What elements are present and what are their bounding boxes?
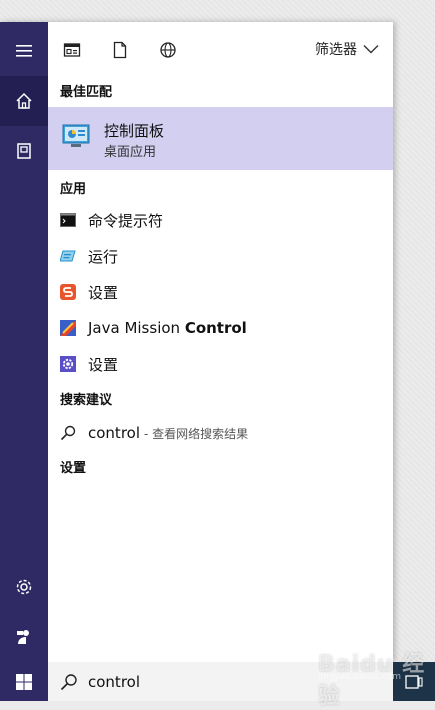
filter-dropdown[interactable]: 筛选器 [315,38,379,60]
search-box-icon [60,673,78,691]
cmd-icon [60,212,76,228]
home-icon [16,92,32,109]
hamburger-icon [16,45,32,57]
windows-logo-icon [16,673,32,690]
best-match-subtitle: 桌面应用 [104,145,157,160]
app-label-cmd: 命令提示符 [88,211,164,230]
watermark-url: jingyan.baidu.com [318,672,402,682]
section-web-suggestions: 搜索建议 [60,393,113,408]
gear-icon [16,579,32,595]
best-match-result[interactable]: 控制面板 桌面应用 [48,107,393,170]
home-button[interactable] [0,76,48,126]
filter-label: 筛选器 [315,42,357,58]
app-item-sogou-settings[interactable]: 设置 [48,275,393,309]
document-icon [113,41,127,59]
search-toolbar: 筛选器 [48,22,393,76]
settings-rail-button[interactable] [0,562,48,612]
app-item-run[interactable]: 运行 [48,239,393,273]
settings-gear-icon [60,356,76,372]
app-item-cmd[interactable]: 命令提示符 [48,203,393,237]
app-label-java-bold: Control [184,319,247,337]
notebook-button[interactable] [0,126,48,176]
section-best-match: 最佳匹配 [60,85,113,100]
chevron-down-icon [363,45,379,54]
app-label-run: 运行 [88,247,119,266]
section-apps: 应用 [60,182,87,197]
feedback-button[interactable] [0,612,48,662]
web-suggestion-hint: - 查看网络搜索结果 [144,426,249,441]
apps-filter-button[interactable] [60,38,84,62]
start-rail [0,22,48,662]
web-suggestion-query: control [88,424,140,442]
web-suggestion-item[interactable]: control - 查看网络搜索结果 [48,416,393,450]
menu-button[interactable] [0,26,48,76]
globe-icon [160,42,176,58]
windows-start-button[interactable] [0,662,48,701]
app-label-sogou-settings: 设置 [88,283,119,302]
app-item-settings[interactable]: 设置 [48,347,393,381]
section-settings: 设置 [60,461,87,476]
feedback-person-icon [17,630,29,644]
search-input[interactable]: control [88,673,140,691]
best-match-title: 控制面板 [104,122,165,140]
control-panel-icon [62,124,90,152]
app-window-icon [63,43,81,57]
app-label-java-prefix: Java Mission [88,319,185,337]
java-mission-control-icon [60,320,76,336]
app-item-java-mission-control[interactable]: Java Mission Control [48,311,393,345]
documents-filter-button[interactable] [108,38,132,62]
app-label-settings: 设置 [88,355,119,374]
notebook-icon [17,143,31,159]
web-filter-button[interactable] [156,38,180,62]
app-label-java-mission-control: Java Mission Control [88,319,247,337]
run-icon [60,248,76,264]
search-icon [60,425,76,441]
sogou-settings-icon [60,284,76,300]
